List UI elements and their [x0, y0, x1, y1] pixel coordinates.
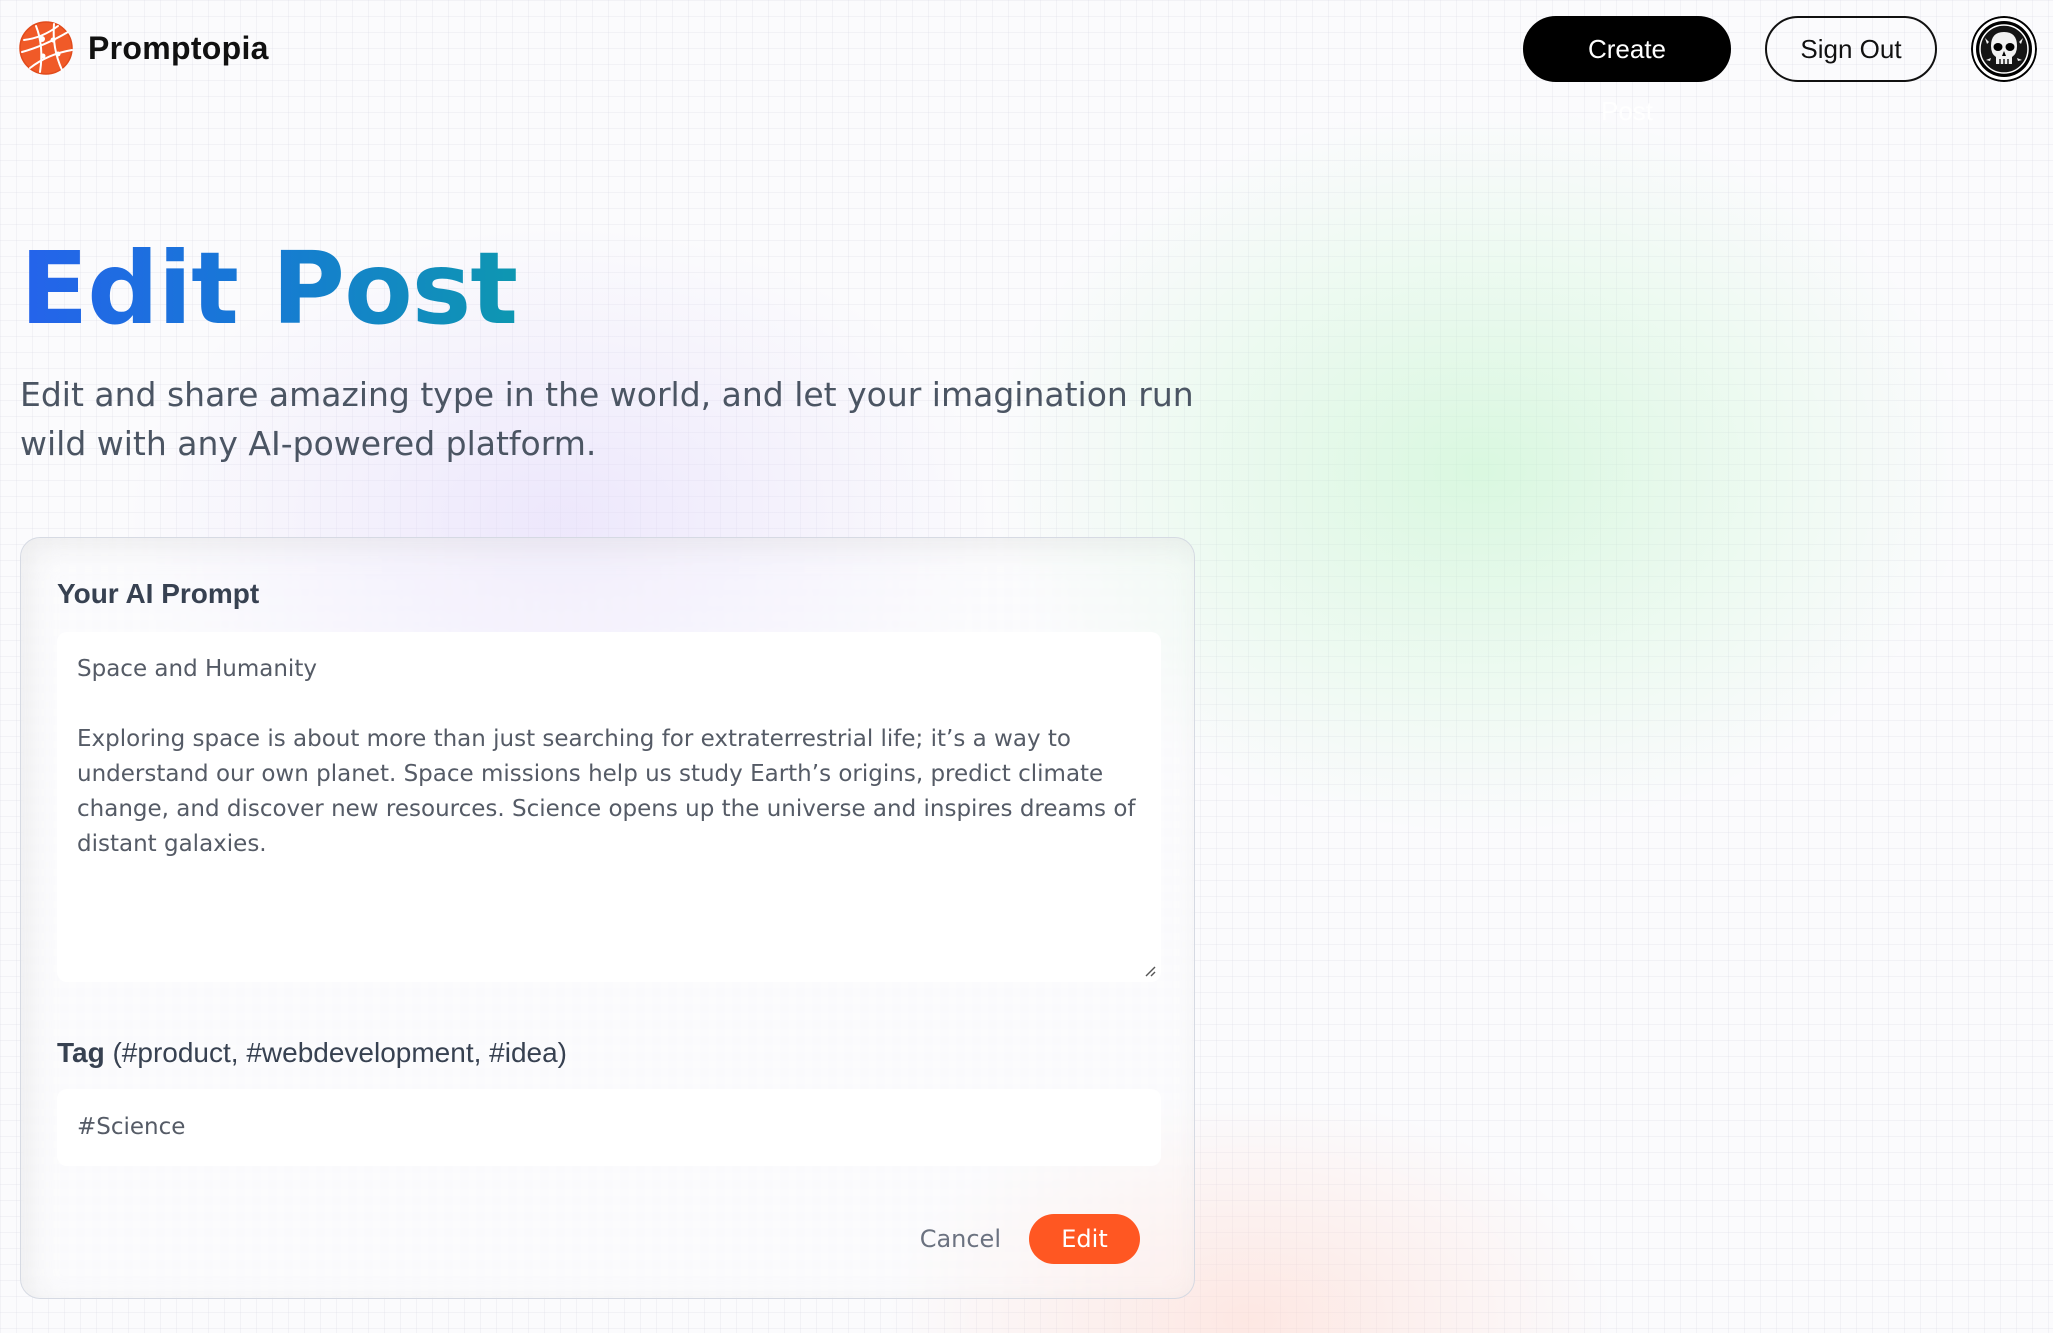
- edit-post-form: Your AI Prompt Space and Humanity Explor…: [20, 537, 1195, 1299]
- cancel-link[interactable]: Cancel: [920, 1225, 1001, 1253]
- create-post-button[interactable]: Create Post: [1523, 16, 1731, 126]
- brand-name: Promptopia: [88, 29, 269, 66]
- brand-home-link[interactable]: Promptopia: [18, 20, 269, 76]
- top-navbar: Promptopia Create Post Sign Out: [0, 0, 2053, 126]
- nav-actions: Create Post Sign Out: [1523, 16, 2037, 126]
- globe-network-icon: [19, 21, 73, 75]
- textarea-resize-handle-icon[interactable]: [1142, 963, 1156, 977]
- form-actions: Cancel Edit: [920, 1214, 1140, 1264]
- sign-out-button[interactable]: Sign Out: [1765, 16, 1937, 82]
- prompt-label: Your AI Prompt: [57, 578, 260, 609]
- tag-label: Tag (#product, #webdevelopment, #idea): [57, 1037, 567, 1069]
- page-description: Edit and share amazing type in the world…: [20, 375, 1194, 463]
- prompt-textarea[interactable]: Space and Humanity Exploring space is ab…: [57, 632, 1161, 982]
- edit-submit-button[interactable]: Edit: [1029, 1214, 1140, 1264]
- tag-label-title: Tag: [57, 1037, 105, 1068]
- tag-label-hint: (#product, #webdevelopment, #idea): [112, 1037, 567, 1068]
- tag-input[interactable]: #Science: [57, 1089, 1161, 1166]
- page-title: Edit Post: [20, 230, 518, 347]
- skull-avatar-icon[interactable]: [1971, 16, 2037, 82]
